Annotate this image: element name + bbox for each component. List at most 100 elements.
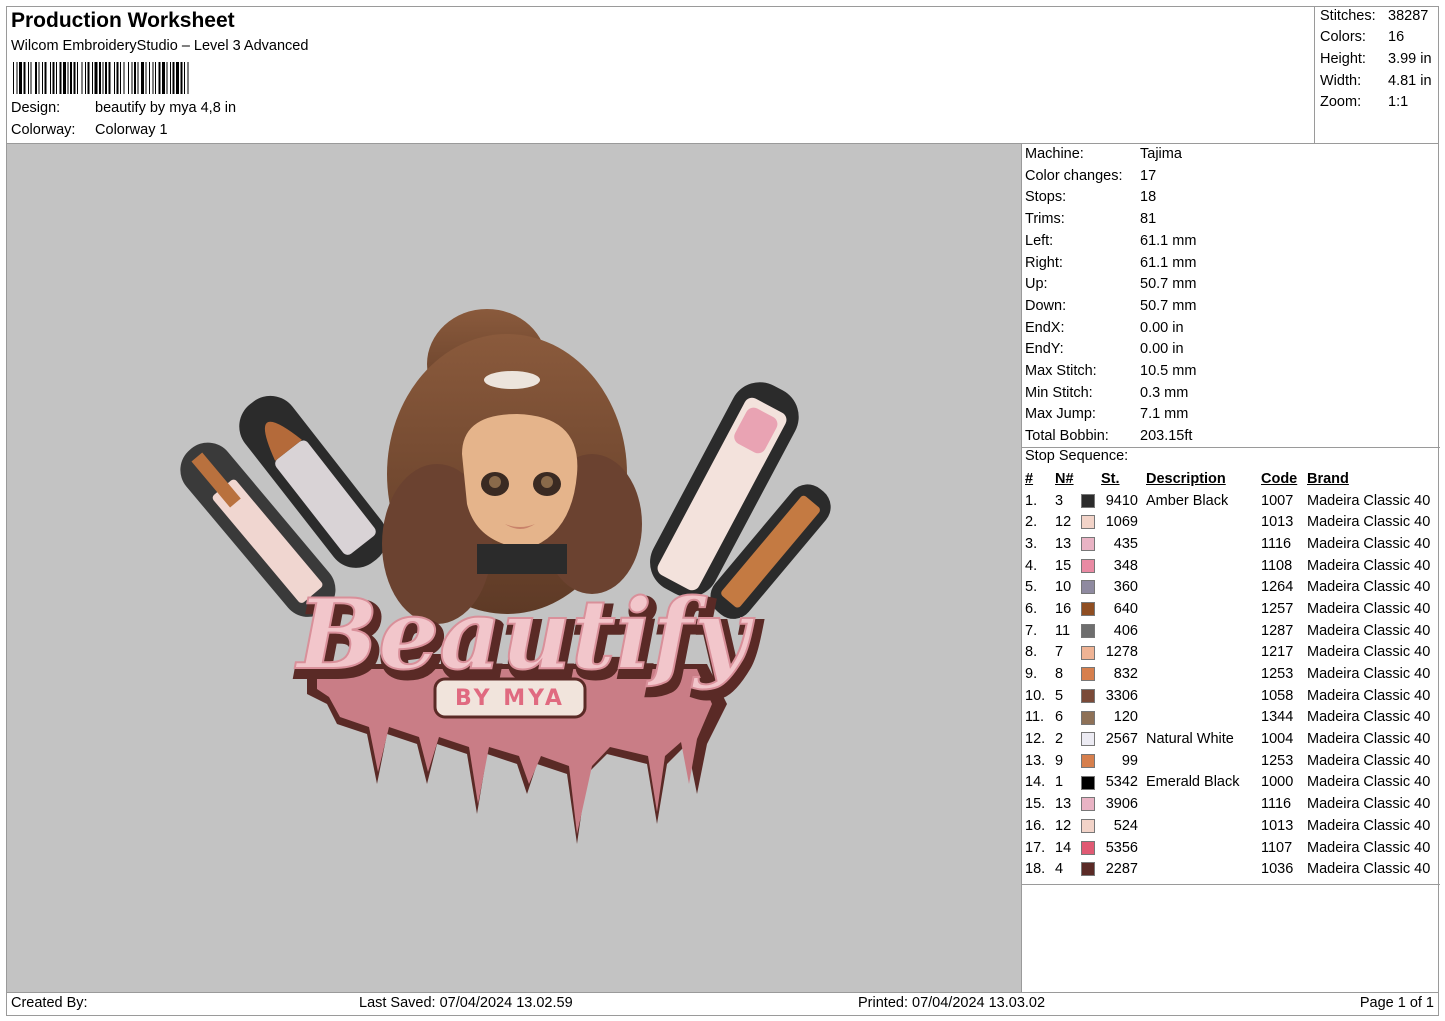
stitch-count: 435 [1113, 535, 1138, 552]
stitch-count: 2287 [1105, 861, 1138, 878]
lettering-sub: BY MYA [455, 686, 565, 711]
color-description [1146, 837, 1261, 859]
color-swatch-cell [1081, 772, 1101, 794]
row-index: 2. [1025, 514, 1038, 531]
barcode-image [13, 62, 189, 94]
lettering-main: Beautify [294, 578, 755, 691]
table-row: 6. 16 640 1257 Madeira Classic 40 [1025, 598, 1430, 620]
design-row: Design: beautify by mya 4,8 in [11, 100, 236, 116]
color-swatch [1081, 710, 1095, 725]
thread-brand: Madeira Classic 40 [1307, 622, 1431, 639]
machine-info-label: Total Bobbin: [1025, 428, 1109, 445]
color-code: 1287 [1261, 622, 1294, 639]
table-row: 18. 4 2287 1036 Madeira Classic 40 [1025, 858, 1430, 880]
thread-brand: Madeira Classic 40 [1307, 687, 1431, 704]
color-code: 1253 [1261, 752, 1294, 769]
machine-info-row: Trims: 81 [1025, 211, 1156, 227]
needle-number: 2 [1055, 731, 1064, 748]
color-description [1146, 620, 1261, 642]
color-code: 1108 [1261, 557, 1293, 574]
needle-number: 10 [1055, 579, 1072, 596]
color-code: 1007 [1261, 492, 1294, 509]
character-face [462, 414, 578, 574]
color-swatch-cell [1081, 858, 1101, 880]
machine-info-value: 7.1 mm [1140, 406, 1189, 423]
machine-info-value: 17 [1140, 167, 1157, 184]
color-swatch-cell [1081, 533, 1101, 555]
table-row: 13. 9 99 1253 Madeira Classic 40 [1025, 750, 1430, 772]
thread-brand: Madeira Classic 40 [1307, 709, 1431, 726]
color-swatch-cell [1081, 793, 1101, 815]
color-description: Emerald Black [1146, 774, 1240, 791]
stat-label: Width: [1320, 73, 1362, 89]
row-index: 7. [1025, 622, 1038, 639]
machine-info-label: EndX: [1025, 319, 1065, 336]
design-value: beautify by mya 4,8 in [95, 100, 237, 116]
thread-brand: Madeira Classic 40 [1307, 579, 1431, 596]
color-swatch-cell [1081, 815, 1101, 837]
color-swatch-cell [1081, 576, 1101, 598]
color-swatch-cell [1081, 490, 1101, 512]
color-code: 1344 [1261, 709, 1294, 726]
machine-info-row: Machine: Tajima [1025, 146, 1182, 162]
table-row: 12. 2 2567 Natural White 1004 Madeira Classic… [1025, 728, 1430, 750]
color-description [1146, 750, 1261, 772]
row-index: 5. [1025, 579, 1038, 596]
color-swatch [1081, 862, 1095, 877]
machine-info-row: EndX: 0.00 in [1025, 320, 1184, 336]
col-brand: Brand [1307, 470, 1349, 487]
table-row: 7. 11 406 1287 Madeira Classic 40 [1025, 620, 1430, 642]
needle-number: 4 [1055, 861, 1064, 878]
needle-number: 5 [1055, 687, 1064, 704]
needle-number: 8 [1055, 666, 1064, 683]
col-code: Code [1261, 470, 1298, 487]
thread-brand: Madeira Classic 40 [1307, 666, 1431, 683]
machine-info-row: Down: 50.7 mm [1025, 298, 1196, 314]
stitch-count: 406 [1113, 622, 1138, 639]
color-description: Amber Black [1146, 492, 1229, 509]
needle-number: 12 [1055, 817, 1072, 834]
design-preview: Beautify Beautify BY MYA [7, 144, 1022, 992]
color-description [1146, 663, 1261, 685]
thread-brand: Madeira Classic 40 [1307, 535, 1431, 552]
machine-info-value: 0.3 mm [1140, 384, 1189, 401]
color-swatch [1081, 602, 1095, 617]
colorway-row: Colorway: Colorway 1 [11, 122, 168, 138]
machine-info-value: 61.1 mm [1140, 232, 1197, 249]
created-by: Created By: [11, 995, 88, 1011]
needle-number: 6 [1055, 709, 1064, 726]
stat-width: Width: 4.81 in [1320, 73, 1432, 89]
color-swatch [1081, 623, 1095, 638]
color-code: 1257 [1261, 600, 1294, 617]
color-swatch [1081, 558, 1095, 573]
machine-info-value: 0.00 in [1140, 319, 1184, 336]
color-swatch-cell [1081, 620, 1101, 642]
color-swatch [1081, 645, 1095, 660]
thread-brand: Madeira Classic 40 [1307, 600, 1431, 617]
machine-info-row: Max Jump: 7.1 mm [1025, 406, 1188, 422]
color-code: 1036 [1261, 861, 1294, 878]
machine-info-row: EndY: 0.00 in [1025, 341, 1184, 357]
col-swatch [1081, 468, 1101, 490]
thread-brand: Madeira Classic 40 [1307, 839, 1431, 856]
machine-info-label: Min Stitch: [1025, 384, 1093, 401]
row-index: 1. [1025, 492, 1038, 509]
color-swatch [1081, 753, 1095, 768]
stitch-count: 360 [1113, 579, 1138, 596]
color-description [1146, 793, 1261, 815]
col-description: Description [1146, 470, 1226, 487]
color-swatch-cell [1081, 750, 1101, 772]
color-code: 1058 [1261, 687, 1294, 704]
color-swatch-cell [1081, 511, 1101, 533]
machine-info-label: Machine: [1025, 146, 1084, 162]
thread-brand: Madeira Classic 40 [1307, 557, 1431, 574]
row-index: 15. [1025, 796, 1046, 813]
last-saved: Last Saved: 07/04/2024 13.02.59 [359, 995, 573, 1011]
embroidery-design-image: Beautify Beautify BY MYA [180, 309, 831, 844]
color-swatch [1081, 775, 1095, 790]
color-swatch-cell [1081, 598, 1101, 620]
color-swatch [1081, 537, 1095, 552]
color-swatch-cell [1081, 707, 1101, 729]
color-code: 1013 [1261, 817, 1294, 834]
color-description: Natural White [1146, 731, 1234, 748]
